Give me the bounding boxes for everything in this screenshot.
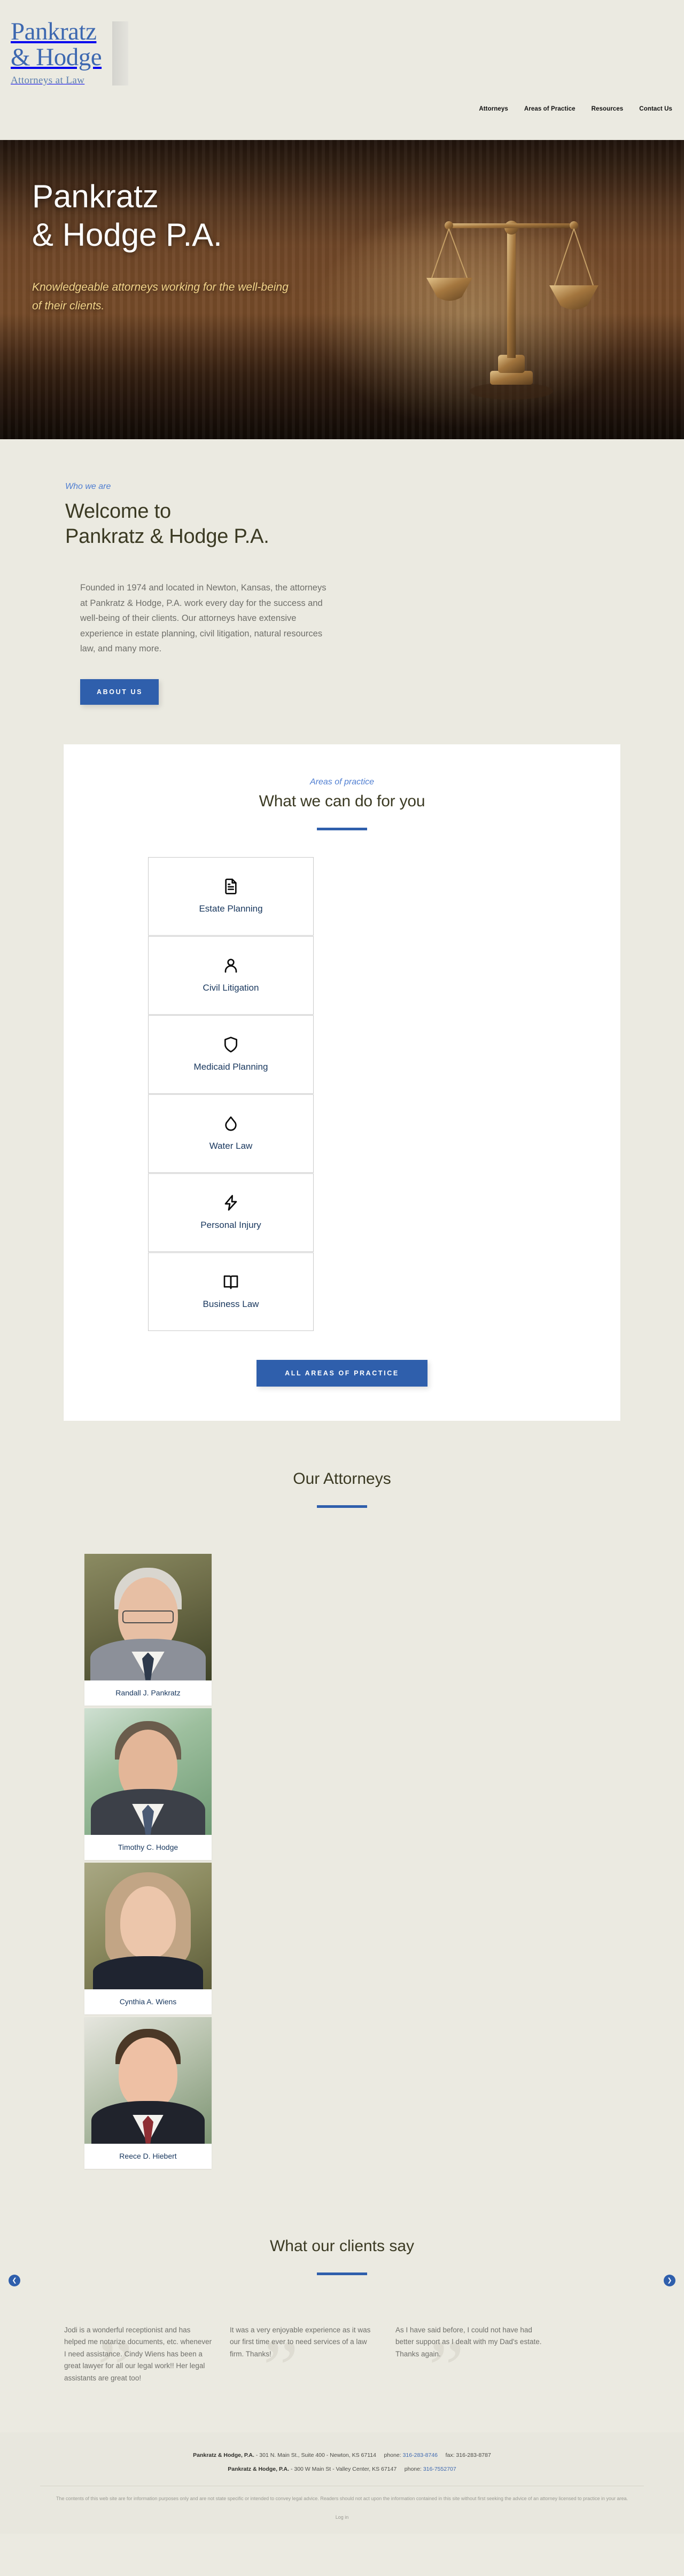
site-logo[interactable]: Pankratz & Hodge Attorneys at Law — [11, 19, 128, 87]
practice-heading-rule — [317, 827, 367, 830]
footer-office-1-address: - 301 N. Main St., Suite 400 - Newton, K… — [255, 2452, 376, 2458]
practice-card-civil-litigation[interactable]: Civil Litigation — [148, 936, 314, 1015]
book-icon — [223, 1275, 238, 1289]
attorney-list: Randall J. Pankratz Timothy C. Hodge Cyn… — [84, 1553, 212, 2169]
welcome-heading-line-1: Welcome to — [65, 500, 171, 523]
testimonials-heading-rule — [317, 2272, 367, 2275]
logo-line-2: & Hodge — [11, 43, 102, 71]
nav-item-attorneys[interactable]: Attorneys — [479, 106, 508, 112]
footer-office-1-name: Pankratz & Hodge, P.A. — [193, 2452, 254, 2458]
testimonial-item: ” It was a very enjoyable experience as … — [230, 2324, 378, 2409]
lightning-bolt-icon — [224, 1195, 237, 1211]
testimonial-text: As I have said before, I could not have … — [395, 2325, 542, 2358]
footer-office-2-phone-link[interactable]: 316-7552707 — [423, 2466, 456, 2472]
practice-card-medicaid-planning[interactable]: Medicaid Planning — [148, 1015, 314, 1094]
attorney-photo — [84, 2017, 212, 2144]
attorney-card-timothy-hodge[interactable]: Timothy C. Hodge — [84, 1708, 212, 1860]
testimonial-text: Jodi is a wonderful receptionist and has… — [64, 2325, 212, 2382]
welcome-heading-line-2: Pankratz & Hodge P.A. — [65, 525, 269, 548]
testimonials-prev-button[interactable]: ❮ — [9, 2274, 20, 2286]
footer-login-link[interactable]: Log in — [336, 2515, 349, 2520]
welcome-heading: Welcome to Pankratz & Hodge P.A. — [65, 499, 641, 549]
welcome-section: Who we are Welcome to Pankratz & Hodge P… — [0, 439, 684, 737]
logo-line-1: Pankratz — [11, 18, 97, 45]
site-header: Pankratz & Hodge Attorneys at Law Attorn… — [0, 0, 684, 140]
footer-office-2: Pankratz & Hodge, P.A. - 300 W Main St -… — [0, 2462, 684, 2476]
practice-card-label: Business Law — [203, 1299, 259, 1309]
practice-card-label: Medicaid Planning — [193, 1062, 268, 1072]
practice-card-label: Estate Planning — [199, 904, 263, 914]
practice-card-estate-planning[interactable]: Estate Planning — [148, 857, 314, 936]
attorney-photo — [84, 1708, 212, 1835]
attorney-name: Randall J. Pankratz — [115, 1688, 181, 1697]
attorneys-heading: Our Attorneys — [293, 1469, 391, 1488]
testimonial-text: It was a very enjoyable experience as it… — [230, 2325, 371, 2358]
attorney-photo — [84, 1862, 212, 1989]
attorney-name: Timothy C. Hodge — [118, 1842, 178, 1851]
attorney-photo — [84, 1553, 212, 1680]
about-us-button[interactable]: ABOUT US — [80, 679, 159, 705]
testimonial-item: ” Jodi is a wonderful receptionist and h… — [64, 2324, 213, 2409]
site-footer: Pankratz & Hodge, P.A. - 301 N. Main St.… — [0, 2432, 684, 2534]
all-areas-of-practice-button[interactable]: ALL AREAS OF PRACTICE — [256, 1359, 428, 1387]
footer-office-1-phone-link[interactable]: 316-283-8746 — [403, 2452, 438, 2458]
nav-item-areas-of-practice[interactable]: Areas of Practice — [524, 106, 576, 112]
attorney-name: Reece D. Hiebert — [119, 2151, 177, 2160]
document-icon — [225, 878, 237, 894]
logo-tagline: Attorneys at Law — [11, 75, 85, 86]
attorney-card-cynthia-wiens[interactable]: Cynthia A. Wiens — [84, 1862, 212, 2014]
practice-card-label: Water Law — [209, 1141, 253, 1151]
testimonials-heading: What our clients say — [269, 2237, 415, 2255]
attorneys-heading-rule — [317, 1505, 367, 1508]
hero-copy: Pankratz & Hodge P.A. Knowledgeable atto… — [32, 177, 406, 315]
practice-eyebrow: Areas of practice — [309, 777, 375, 787]
person-icon — [224, 959, 237, 973]
welcome-eyebrow: Who we are — [65, 482, 111, 491]
footer-office-2-phone-label: phone: — [404, 2466, 422, 2472]
testimonials-section: What our clients say ❮ ❯ ” Jodi is a won… — [0, 2190, 684, 2432]
testimonial-item: ” As I have said before, I could not hav… — [395, 2324, 544, 2409]
testimonials-list: ” Jodi is a wonderful receptionist and h… — [53, 2324, 631, 2409]
welcome-body-text: Founded in 1974 and located in Newton, K… — [80, 583, 327, 653]
practice-heading-block: Areas of practice What we can do for you — [64, 777, 620, 830]
practice-card-business-law[interactable]: Business Law — [148, 1252, 314, 1331]
testimonials-next-button[interactable]: ❯ — [664, 2274, 675, 2286]
nav-item-resources[interactable]: Resources — [592, 106, 624, 112]
footer-office-1: Pankratz & Hodge, P.A. - 301 N. Main St.… — [0, 2448, 684, 2462]
footer-office-1-fax: fax: 316-283-8787 — [445, 2452, 491, 2458]
hero-title-line-1: Pankratz — [32, 178, 159, 214]
main-navigation: Attorneys Areas of Practice Resources Co… — [479, 106, 672, 112]
scales-of-justice-image — [426, 221, 598, 400]
practice-areas-section: Areas of practice What we can do for you… — [0, 737, 684, 1421]
footer-disclaimer: The contents of this web site are for in… — [56, 2496, 628, 2501]
attorney-card-randall-pankratz[interactable]: Randall J. Pankratz — [84, 1553, 212, 1706]
attorney-name: Cynthia A. Wiens — [119, 1997, 177, 2006]
practice-card-label: Civil Litigation — [203, 983, 259, 993]
practice-card-water-law[interactable]: Water Law — [148, 1094, 314, 1173]
hero-subtitle: Knowledgeable attorneys working for the … — [32, 281, 289, 312]
attorneys-section: Our Attorneys Randall J. Pankratz Timoth… — [0, 1420, 684, 2190]
hero-banner: Pankratz & Hodge P.A. Knowledgeable atto… — [0, 140, 684, 439]
practice-heading: What we can do for you — [259, 792, 425, 810]
practice-card-grid: Estate Planning Civil Litigation Medicai… — [148, 857, 314, 1331]
hero-title-line-2: & Hodge P.A. — [32, 217, 222, 253]
footer-office-2-name: Pankratz & Hodge, P.A. — [228, 2466, 290, 2472]
footer-office-2-address: - 300 W Main St - Valley Center, KS 6714… — [290, 2466, 397, 2472]
water-drop-icon — [225, 1116, 237, 1131]
shield-icon — [224, 1037, 237, 1053]
practice-card-label: Personal Injury — [200, 1220, 261, 1230]
footer-office-1-phone-label: phone: — [384, 2452, 401, 2458]
practice-card-personal-injury[interactable]: Personal Injury — [148, 1173, 314, 1252]
attorney-card-reece-hiebert[interactable]: Reece D. Hiebert — [84, 2017, 212, 2169]
nav-item-contact-us[interactable]: Contact Us — [639, 106, 672, 112]
